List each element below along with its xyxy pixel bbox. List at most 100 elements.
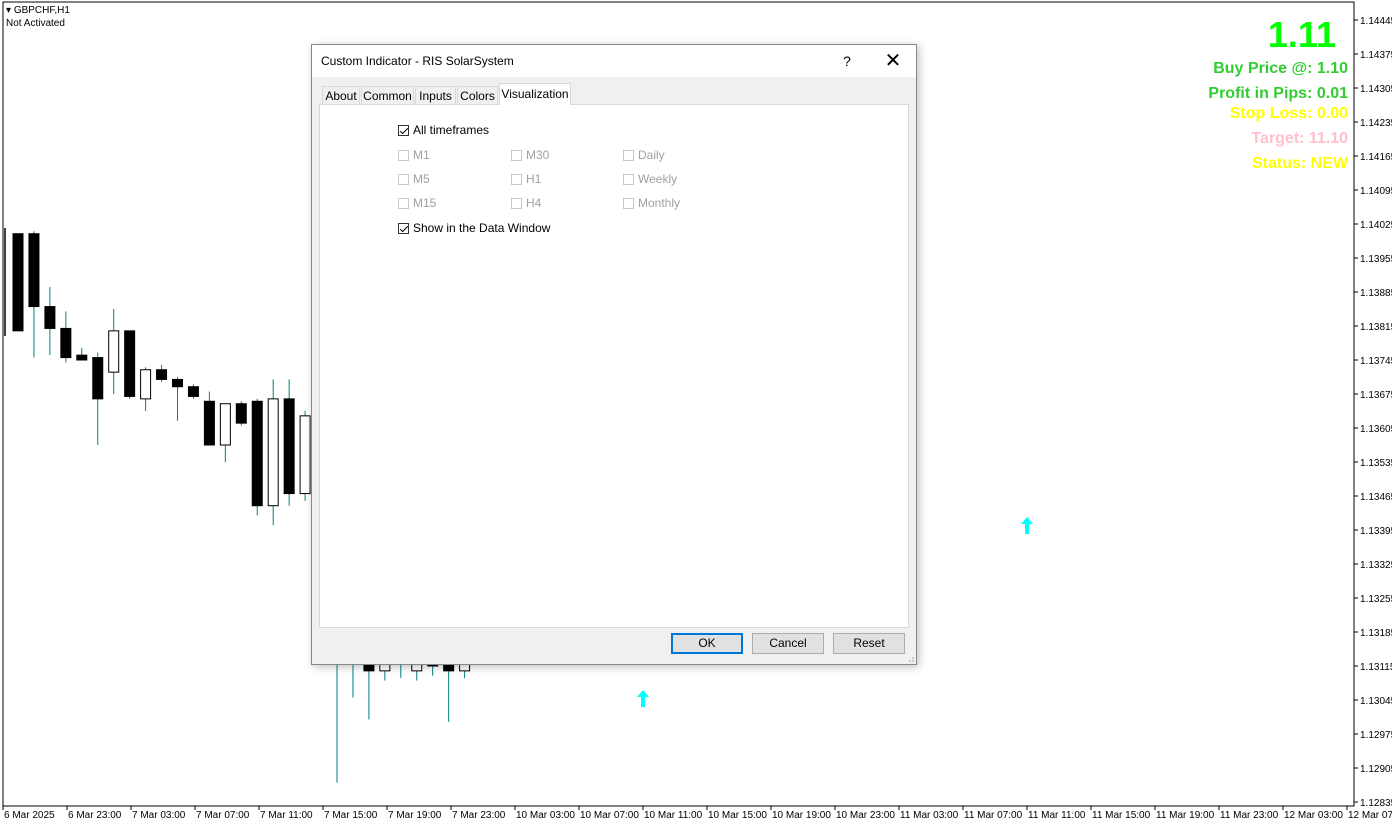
candle [251,398,263,516]
checkbox-checked-icon[interactable] [398,222,409,234]
y-tick-label: 1.14445 [1360,16,1392,27]
x-tick-label: 10 Mar 07:00 [580,810,639,821]
x-tick-label: 10 Mar 23:00 [836,810,895,821]
all-timeframes-label: All timeframes [413,123,490,137]
x-tick-label: 11 Mar 07:00 [964,810,1023,821]
candle-body-bear [172,378,183,388]
candle-body-bear [44,306,56,329]
candle [172,377,183,421]
x-tick-label: 12 Mar 07:00 [1348,810,1392,821]
help-button[interactable]: ? [834,51,860,71]
candle [187,384,199,399]
all-timeframes-checkbox[interactable]: All timeframes [398,123,489,137]
y-tick-label: 1.13465 [1360,492,1392,503]
candle-body-bear [124,330,136,397]
symbol-title: GBPCHF,H1 [13,5,70,16]
chart-symbol-header: ▾ GBPCHF,H1 Not Activated [6,4,70,30]
tab-inputs[interactable]: Inputs [415,86,456,104]
candle-body-bear [12,233,24,332]
candle-body-bull [219,403,231,446]
checkbox-icon[interactable] [623,173,634,185]
y-tick-label: 1.13255 [1360,594,1392,605]
y-tick-label: 1.13325 [1360,560,1392,571]
show-data-window-checkbox[interactable]: Show in the Data Window [398,221,550,235]
close-icon[interactable]: ✕ [878,49,908,73]
show-data-window-label: Show in the Data Window [413,221,551,235]
tab-colors[interactable]: Colors [457,86,498,104]
collapse-triangle-icon[interactable]: ▾ [6,5,11,16]
candle [203,391,215,446]
timeframe-weekly-label: Weekly [638,172,678,186]
checkbox-icon[interactable] [398,149,409,161]
timeframe-weekly-checkbox[interactable]: Weekly [623,172,677,186]
y-tick-label: 1.14095 [1360,186,1392,197]
stop-loss-readout: Stop Loss: 0.00 [1229,105,1348,122]
y-tick-label: 1.13955 [1360,254,1392,265]
y-tick-label: 1.12835 [1360,798,1392,809]
timeframe-m5-label: M5 [413,172,430,186]
candle [219,403,231,462]
x-tick-label: 6 Mar 2025 [4,810,55,821]
candle [108,309,120,394]
tab-about[interactable]: About [322,86,360,104]
big-price-readout: 1.11 [1267,14,1336,55]
checkbox-checked-icon[interactable] [398,124,409,136]
timeframe-h4-checkbox[interactable]: H4 [511,196,541,210]
reset-button[interactable]: Reset [833,633,905,654]
candle-body-bear [92,357,104,400]
custom-indicator-dialog: Custom Indicator - RIS SolarSystem ? ✕ A… [311,44,917,665]
timeframe-m15-checkbox[interactable]: M15 [398,196,436,210]
candle [299,411,311,501]
buy-signal-arrow-icon [1021,517,1033,534]
timeframe-m1-label: M1 [413,148,430,162]
x-tick-label: 10 Mar 11:00 [644,810,703,821]
timeframe-m1-checkbox[interactable]: M1 [398,148,430,162]
checkbox-icon[interactable] [511,173,522,185]
tab-common[interactable]: Common [361,86,414,104]
tab-visualization[interactable]: Visualization [499,83,571,105]
checkbox-icon[interactable] [398,173,409,185]
candle [92,352,104,445]
y-tick-label: 1.13115 [1360,662,1392,673]
x-tick-label: 11 Mar 03:00 [900,810,959,821]
candle-body-bull [299,415,311,495]
timeframe-h1-checkbox[interactable]: H1 [511,172,541,186]
dialog-titlebar[interactable]: Custom Indicator - RIS SolarSystem ? ✕ [312,45,916,77]
x-tick-label: 7 Mar 15:00 [324,810,378,821]
checkbox-icon[interactable] [623,197,634,209]
timeframe-m15-label: M15 [413,196,437,210]
checkbox-icon[interactable] [398,197,409,209]
activation-status: Not Activated [6,18,65,29]
ok-button[interactable]: OK [671,633,743,654]
y-tick-label: 1.13815 [1360,322,1392,333]
y-tick-label: 1.14235 [1360,118,1392,129]
y-tick-label: 1.14165 [1360,152,1392,163]
candle [267,379,279,526]
candle-body-bear [187,386,199,397]
cancel-button[interactable]: Cancel [752,633,824,654]
candle-body-bull [140,369,152,400]
status-readout: Status: NEW [1252,155,1348,172]
y-tick-label: 1.13045 [1360,696,1392,707]
x-tick-label: 10 Mar 15:00 [708,810,767,821]
checkbox-icon[interactable] [511,197,522,209]
candle-body-bear [203,400,215,446]
timeframe-m30-checkbox[interactable]: M30 [511,148,549,162]
checkbox-icon[interactable] [623,149,634,161]
x-tick-label: 10 Mar 19:00 [772,810,831,821]
x-tick-label: 7 Mar 07:00 [196,810,250,821]
timeframe-monthly-checkbox[interactable]: Monthly [623,196,680,210]
x-tick-label: 11 Mar 11:00 [1028,810,1086,821]
candle [60,311,72,363]
x-tick-label: 7 Mar 23:00 [452,810,506,821]
resize-grip-icon[interactable] [906,654,914,662]
timeframe-daily-checkbox[interactable]: Daily [623,148,665,162]
timeframe-m5-checkbox[interactable]: M5 [398,172,430,186]
buy-signal-arrow-icon [637,690,649,707]
x-tick-label: 11 Mar 15:00 [1092,810,1151,821]
x-tick-label: 6 Mar 23:00 [68,810,122,821]
candle [76,347,88,361]
checkbox-icon[interactable] [511,149,522,161]
timeframe-monthly-label: Monthly [638,196,681,210]
x-tick-label: 7 Mar 03:00 [132,810,186,821]
